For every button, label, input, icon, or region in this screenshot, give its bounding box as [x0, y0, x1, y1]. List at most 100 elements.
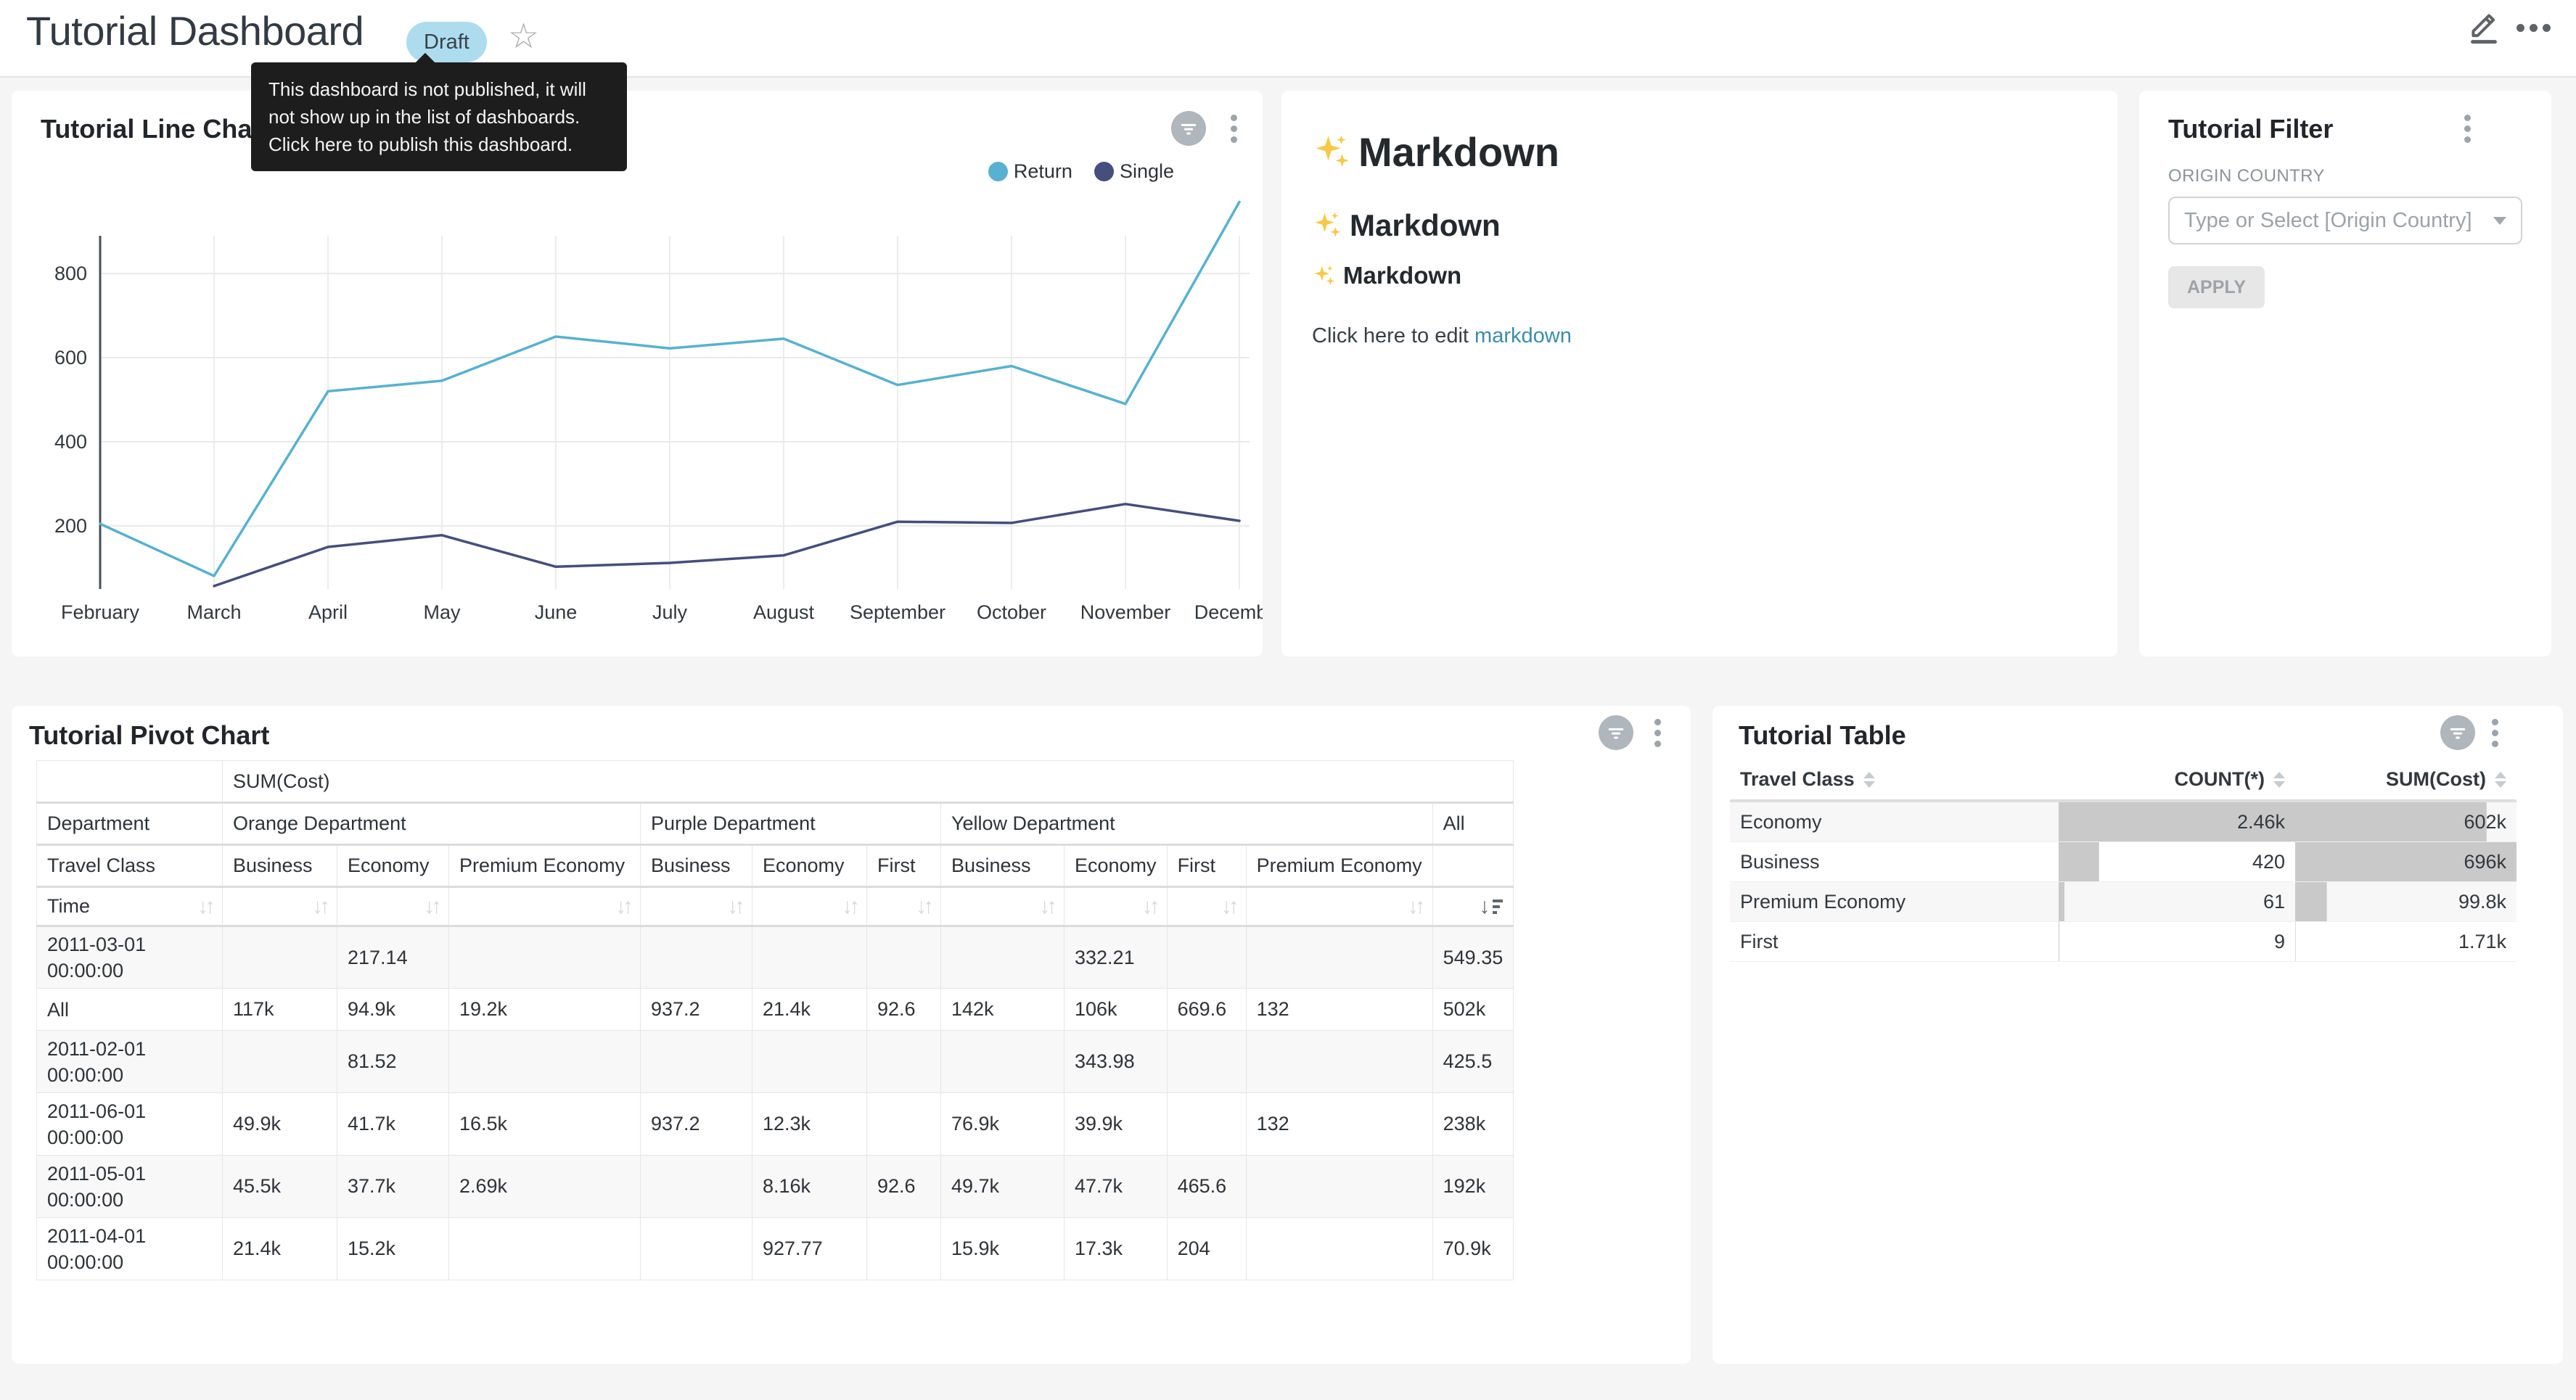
- pivot-sort-header[interactable]: ↓↑: [867, 887, 941, 926]
- sort-icon[interactable]: ↓↑: [312, 894, 327, 919]
- pivot-sort-header[interactable]: ↓↑: [941, 887, 1065, 926]
- pivot-row-label: All: [37, 989, 223, 1031]
- sort-carets-icon: [1863, 772, 1875, 788]
- apply-filter-button[interactable]: APPLY: [2168, 266, 2265, 308]
- pivot-value-cell: 502k: [1432, 989, 1514, 1031]
- pivot-value-cell: 15.9k: [941, 1218, 1065, 1280]
- travel-class-cell: Economy: [1730, 801, 2059, 842]
- pencil-icon: [2466, 6, 2502, 46]
- table-row: Economy2.46k602k: [1730, 801, 2516, 842]
- more-actions-button[interactable]: [2516, 16, 2560, 39]
- pivot-value-cell: [1246, 1031, 1432, 1093]
- pivot-sort-header[interactable]: ↓↑: [337, 887, 449, 926]
- travel-class-cell: Business: [1730, 842, 2059, 882]
- pivot-sort-header[interactable]: ↓↑: [1167, 887, 1246, 926]
- markdown-paragraph: Click here to edit markdown: [1312, 324, 1572, 348]
- sort-icon[interactable]: ↓↑: [197, 894, 212, 919]
- tooltip-line: Click here to publish this dashboard.: [268, 131, 610, 158]
- pivot-row-label: 2011-06-0100:00:00: [37, 1093, 223, 1156]
- line-chart-plot[interactable]: 200400600800FebruaryMarchAprilMayJuneJul…: [12, 192, 1263, 636]
- draft-status-badge[interactable]: Draft: [406, 22, 487, 62]
- applied-filters-badge[interactable]: [1171, 111, 1206, 146]
- pivot-value-cell: [867, 1093, 941, 1156]
- pivot-value-cell: 92.6: [867, 1156, 941, 1218]
- sort-icon[interactable]: ↓↑: [424, 894, 438, 919]
- x-axis-tick: June: [535, 601, 578, 623]
- pivot-value-cell: [449, 1031, 641, 1093]
- x-axis-tick: May: [423, 601, 461, 623]
- chart-menu-kebab-icon[interactable]: [1225, 110, 1242, 147]
- table-sort-header-sum-cost-[interactable]: SUM(Cost): [2295, 759, 2516, 801]
- x-axis-tick: April: [308, 601, 348, 623]
- pivot-value-cell: [449, 926, 641, 989]
- pivot-value-cell: [641, 1031, 752, 1093]
- sort-icon[interactable]: ↓↑: [842, 894, 856, 919]
- filter-menu-kebab-icon[interactable]: [2458, 110, 2476, 147]
- pivot-value-cell: [941, 1031, 1065, 1093]
- sum-cost-cell: 602k: [2295, 801, 2516, 842]
- pivot-sort-header[interactable]: ↓↑: [641, 887, 752, 926]
- filter-card-title: Tutorial Filter: [2168, 114, 2333, 144]
- pivot-subcol-header: Economy: [1065, 845, 1168, 887]
- pivot-group-header: Purple Department: [641, 803, 941, 845]
- origin-country-select[interactable]: Type or Select [Origin Country]: [2168, 197, 2522, 244]
- table-sort-header-count-[interactable]: COUNT(*): [2059, 759, 2295, 801]
- sort-icon[interactable]: ↓↑: [1408, 894, 1422, 919]
- chevron-down-icon: [2493, 217, 2506, 225]
- pivot-sort-header[interactable]: ↓↑: [1065, 887, 1168, 926]
- pivot-time-header[interactable]: Time↓↑: [37, 887, 223, 926]
- pivot-value-cell: [223, 926, 337, 989]
- sum-cost-cell: 1.71k: [2295, 922, 2516, 962]
- sum-cost-cell: 99.8k: [2295, 882, 2516, 922]
- pivot-value-cell: 47.7k: [1065, 1156, 1168, 1218]
- markdown-edit-link[interactable]: markdown: [1474, 324, 1572, 347]
- pivot-row: 2011-02-0100:00:0081.52343.98425.5: [37, 1031, 1514, 1093]
- pivot-row-label: 2011-04-0100:00:00: [37, 1218, 223, 1280]
- legend-item-return[interactable]: Return: [988, 160, 1072, 183]
- pivot-value-cell: 41.7k: [337, 1093, 449, 1156]
- count-cell: 9: [2059, 922, 2295, 962]
- applied-filters-badge[interactable]: [1599, 715, 1633, 750]
- pivot-value-cell: 17.3k: [1065, 1218, 1168, 1280]
- sort-icon[interactable]: ↓↑: [1142, 894, 1157, 919]
- tooltip-line: not show up in the list of dashboards.: [268, 103, 610, 131]
- favorite-star-icon[interactable]: ☆: [508, 16, 539, 57]
- pivot-sort-header[interactable]: ↓↑: [1246, 887, 1432, 926]
- pivot-row: All117k94.9k19.2k937.221.4k92.6142k106k6…: [37, 989, 1514, 1031]
- edit-dashboard-button[interactable]: [2466, 6, 2502, 46]
- pivot-chart-title: Tutorial Pivot Chart: [29, 720, 269, 751]
- travel-class-cell: First: [1730, 922, 2059, 962]
- pivot-value-cell: 669.6: [1167, 989, 1246, 1031]
- applied-filters-badge[interactable]: [2440, 715, 2475, 750]
- markdown-h1: Markdown: [1312, 128, 1559, 176]
- legend-item-single[interactable]: Single: [1094, 160, 1174, 183]
- sort-icon[interactable]: ↓↑: [1039, 894, 1054, 919]
- pivot-value-cell: [752, 926, 867, 989]
- pivot-row-label: 2011-02-0100:00:00: [37, 1031, 223, 1093]
- sparkles-icon: [1312, 133, 1351, 172]
- pivot-sort-header[interactable]: ↓: [1432, 887, 1514, 926]
- sort-descending-icon[interactable]: ↓: [1479, 894, 1503, 919]
- chart-menu-kebab-icon[interactable]: [1649, 714, 1666, 752]
- table-card-title: Tutorial Table: [1739, 720, 1906, 751]
- pivot-sort-header[interactable]: ↓↑: [449, 887, 641, 926]
- pivot-value-cell: [752, 1031, 867, 1093]
- pivot-value-cell: 49.9k: [223, 1093, 337, 1156]
- pivot-subcol-header: Premium Economy: [1246, 845, 1432, 887]
- pivot-value-cell: [1246, 1156, 1432, 1218]
- sort-icon[interactable]: ↓↑: [615, 894, 630, 919]
- pivot-value-cell: [223, 1031, 337, 1093]
- sort-icon[interactable]: ↓↑: [727, 894, 742, 919]
- x-axis-tick: August: [753, 601, 815, 623]
- sort-icon[interactable]: ↓↑: [1221, 894, 1236, 919]
- markdown-h2: Markdown: [1312, 208, 1501, 243]
- pivot-sort-header[interactable]: ↓↑: [752, 887, 867, 926]
- pivot-value-cell: 192k: [1432, 1156, 1514, 1218]
- sort-icon[interactable]: ↓↑: [916, 894, 930, 919]
- legend-dot: [988, 162, 1008, 181]
- table-sort-header-travel-class[interactable]: Travel Class: [1730, 759, 2059, 801]
- x-axis-tick: November: [1080, 601, 1171, 623]
- pivot-sort-header[interactable]: ↓↑: [223, 887, 337, 926]
- chart-menu-kebab-icon[interactable]: [2486, 714, 2503, 752]
- x-axis-tick: March: [186, 601, 241, 623]
